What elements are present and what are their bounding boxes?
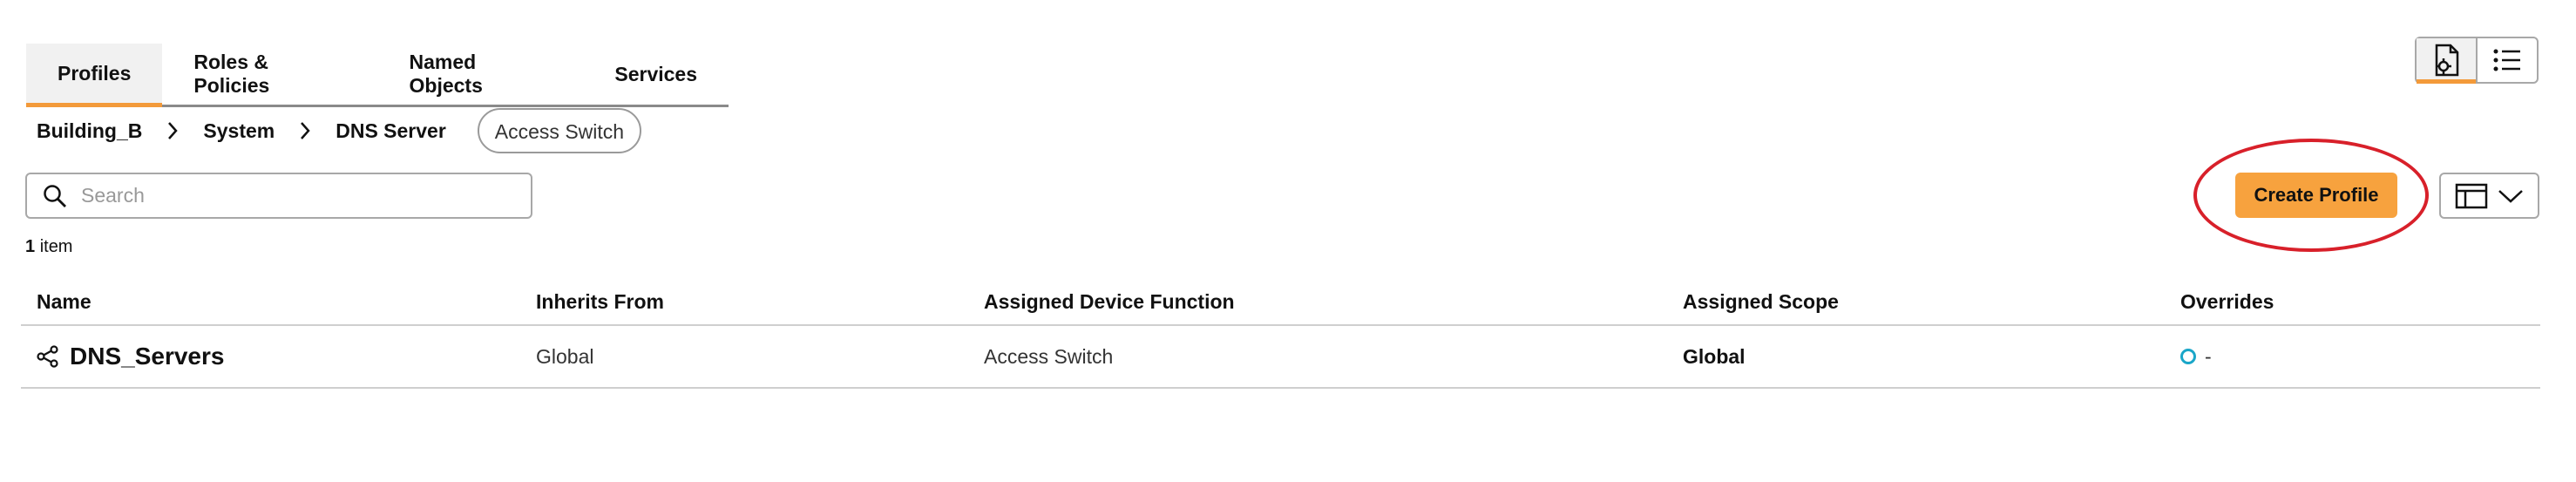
table-layout-icon [2455, 183, 2487, 208]
cell-device-function: Access Switch [984, 344, 1114, 368]
chevron-down-icon [2498, 189, 2524, 203]
tab-named-objects[interactable]: Named Objects [378, 44, 584, 105]
list-icon [2493, 49, 2520, 71]
tab-roles-policies[interactable]: Roles & Policies [162, 44, 377, 105]
item-count-label: item [39, 237, 73, 256]
tab-profiles[interactable]: Profiles [26, 44, 163, 107]
search-icon [44, 184, 66, 207]
list-view-button[interactable] [2476, 38, 2537, 82]
chevron-right-icon [142, 121, 203, 140]
profile-name-cell[interactable]: DNS_Servers [37, 343, 520, 370]
cell-assigned-scope: Global [1683, 344, 1746, 368]
header-assigned-scope[interactable]: Assigned Scope [1667, 290, 2165, 314]
page: Profiles Roles & Policies Named Objects … [0, 0, 2576, 482]
profile-view-button[interactable] [2417, 38, 2476, 84]
view-toggle [2415, 37, 2539, 84]
breadcrumb-pill-access-switch[interactable]: Access Switch [477, 108, 642, 153]
item-count-number: 1 [25, 237, 36, 256]
table-row[interactable]: DNS_Servers Global Access Switch Global … [21, 326, 2540, 389]
chevron-right-icon [275, 121, 336, 140]
breadcrumb: Building_B System DNS Server Access Swit… [37, 106, 642, 155]
tab-services[interactable]: Services [583, 44, 729, 105]
overrides-value: - [2205, 344, 2212, 368]
column-layout-button[interactable] [2439, 173, 2539, 219]
header-inherits-from[interactable]: Inherits From [520, 290, 968, 314]
cell-overrides: - [2180, 345, 2540, 369]
create-profile-button[interactable]: Create Profile [2235, 173, 2397, 218]
share-icon [37, 345, 58, 368]
breadcrumb-item-dns-server[interactable]: DNS Server [336, 119, 446, 143]
item-count: 1 item [25, 237, 72, 257]
profiles-table: Name Inherits From Assigned Device Funct… [21, 279, 2540, 389]
header-overrides[interactable]: Overrides [2165, 290, 2540, 314]
breadcrumb-item-system[interactable]: System [203, 119, 275, 143]
status-circle-icon [2180, 349, 2196, 364]
profile-name[interactable]: DNS_Servers [70, 343, 224, 370]
profile-settings-icon [2435, 44, 2459, 77]
header-device-function[interactable]: Assigned Device Function [968, 290, 1667, 314]
breadcrumb-item-building[interactable]: Building_B [37, 119, 142, 143]
header-name[interactable]: Name [21, 290, 520, 314]
cell-inherits-from: Global [536, 344, 594, 368]
table-header: Name Inherits From Assigned Device Funct… [21, 279, 2540, 326]
search-box [25, 173, 532, 219]
search-input[interactable] [79, 183, 519, 208]
tab-bar: Profiles Roles & Policies Named Objects … [26, 44, 729, 107]
